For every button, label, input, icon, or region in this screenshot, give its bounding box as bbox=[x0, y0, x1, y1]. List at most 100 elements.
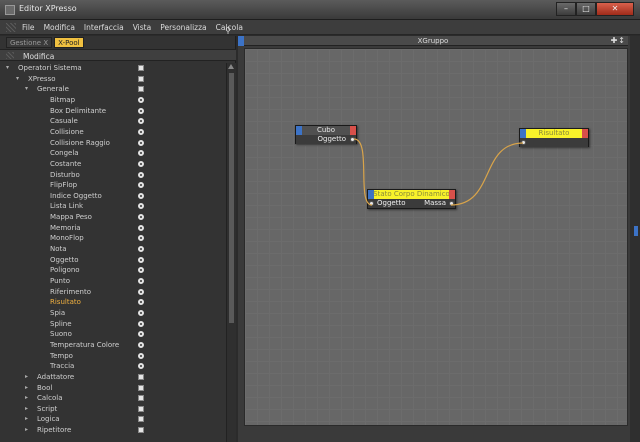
tree-item[interactable]: ▸ Adattatore bbox=[0, 372, 226, 383]
gear-icon bbox=[138, 214, 144, 221]
tree-item[interactable]: ▾ Operatori Sistema bbox=[0, 63, 226, 74]
node-risultato[interactable]: Risultato bbox=[519, 128, 589, 147]
folder-square-icon bbox=[138, 75, 144, 82]
port-oggetto-in[interactable] bbox=[369, 201, 374, 206]
tree-item[interactable]: Lista Link bbox=[0, 201, 226, 212]
tree-item[interactable]: Costante bbox=[0, 159, 226, 170]
port-massa-out[interactable] bbox=[449, 201, 454, 206]
tree-item-label: Ripetitore bbox=[37, 426, 72, 435]
tree-item[interactable]: Risultato bbox=[0, 297, 226, 308]
expand-arrow-down-icon[interactable]: ▾ bbox=[25, 84, 28, 94]
node-stato-corpo-dinamico[interactable]: Stato Corpo Dinamico Oggetto Massa bbox=[367, 189, 456, 209]
tree-item[interactable]: Suono bbox=[0, 329, 226, 340]
tree-item[interactable]: ▸ Bool bbox=[0, 383, 226, 394]
expand-arrow-down-icon[interactable]: ▾ bbox=[6, 63, 9, 73]
port-oggetto-out[interactable] bbox=[350, 137, 355, 142]
gear-icon bbox=[138, 182, 144, 189]
tree-item[interactable]: ▸ Logica bbox=[0, 414, 226, 425]
tree-item[interactable]: Disturbo bbox=[0, 170, 226, 181]
search-icon[interactable]: ⚲ bbox=[225, 26, 231, 35]
menu-item-vista[interactable]: Vista bbox=[133, 23, 152, 32]
window-title: Editor XPresso bbox=[19, 4, 77, 13]
tree-item[interactable]: Spline bbox=[0, 319, 226, 330]
tree-item[interactable]: Mappa Peso bbox=[0, 212, 226, 223]
tree-item-label: Disturbo bbox=[50, 170, 80, 179]
tree-item[interactable]: Poligono bbox=[0, 265, 226, 276]
node-output-cap[interactable] bbox=[350, 126, 356, 135]
menu-item-interfaccia[interactable]: Interfaccia bbox=[84, 23, 124, 32]
tree-item[interactable]: Collisione Raggio bbox=[0, 138, 226, 149]
scroll-thumb[interactable] bbox=[229, 73, 234, 323]
tree-item-label: Punto bbox=[50, 277, 70, 285]
tab-gestione-x[interactable]: Gestione X bbox=[6, 37, 53, 48]
tree-item[interactable]: Collisione bbox=[0, 127, 226, 138]
tree-item-label: Oggetto bbox=[50, 255, 79, 264]
gear-icon bbox=[138, 139, 144, 146]
tree-item[interactable]: Congela bbox=[0, 148, 226, 159]
tree-item[interactable]: Traccia bbox=[0, 361, 226, 372]
tree-item[interactable]: MonoFlop bbox=[0, 233, 226, 244]
tree-item-label: Operatori Sistema bbox=[18, 64, 82, 72]
expand-arrow-right-icon[interactable]: ▸ bbox=[25, 372, 28, 382]
gear-icon bbox=[138, 352, 144, 359]
tree-item-label: Costante bbox=[50, 159, 82, 168]
tree-item[interactable]: Oggetto bbox=[0, 255, 226, 266]
tree-item[interactable]: Punto bbox=[0, 276, 226, 287]
menu-item-personalizza[interactable]: Personalizza bbox=[160, 23, 206, 32]
node-cubo[interactable]: Cubo Oggetto bbox=[295, 125, 357, 144]
tab-x-pool[interactable]: X-Pool bbox=[54, 37, 84, 48]
node-cubo-header: Cubo bbox=[296, 126, 356, 135]
tree-item-label: Collisione bbox=[50, 127, 84, 136]
port-input-in[interactable] bbox=[521, 140, 526, 145]
right-edge-strip bbox=[630, 36, 640, 442]
xgroup-title: XGruppo bbox=[417, 37, 449, 45]
gear-icon bbox=[138, 278, 144, 284]
scroll-up-icon[interactable] bbox=[228, 64, 234, 69]
expand-arrow-right-icon[interactable]: ▸ bbox=[25, 404, 28, 414]
tree-item-label: MonoFlop bbox=[50, 234, 84, 243]
node-output-cap[interactable] bbox=[582, 129, 588, 138]
tree-item[interactable]: Nota bbox=[0, 244, 226, 255]
menu-item-file[interactable]: File bbox=[22, 23, 35, 32]
maximize-button[interactable]: □ bbox=[576, 2, 596, 16]
tree-item[interactable]: ▾ Generale bbox=[0, 84, 226, 95]
tree-item[interactable]: ▸ Ripetitore bbox=[0, 425, 226, 436]
folder-square-icon bbox=[138, 395, 144, 402]
tree-item[interactable]: Riferimento bbox=[0, 287, 226, 298]
tree-item[interactable]: Tempo bbox=[0, 351, 226, 362]
tree-item[interactable]: ▸ Script bbox=[0, 404, 226, 415]
close-button[interactable]: ✕ bbox=[596, 2, 634, 16]
gear-icon bbox=[138, 203, 144, 210]
node-output-cap[interactable] bbox=[449, 190, 455, 199]
tree-item[interactable]: Temperatura Colore bbox=[0, 340, 226, 351]
expand-arrow-right-icon[interactable]: ▸ bbox=[25, 425, 28, 435]
expand-arrow-down-icon[interactable]: ▾ bbox=[16, 74, 19, 84]
tree-item[interactable]: Indice Oggetto bbox=[0, 191, 226, 202]
tree-item[interactable]: Spia bbox=[0, 308, 226, 319]
panel-menu-modifica[interactable]: Modifica bbox=[23, 52, 54, 61]
menu-item-modifica[interactable]: Modifica bbox=[44, 23, 75, 32]
app-icon bbox=[5, 5, 15, 15]
minimize-button[interactable]: – bbox=[556, 2, 576, 16]
tree-item[interactable]: Box Delimitante bbox=[0, 106, 226, 117]
tree-item-label: Generale bbox=[37, 85, 69, 94]
move-zoom-icon[interactable]: ✚↕ bbox=[611, 36, 626, 45]
tree-item[interactable]: ▾ XPresso bbox=[0, 74, 226, 85]
tree-item[interactable]: Casuale bbox=[0, 116, 226, 127]
xgroup-header: XGruppo ✚↕ bbox=[238, 36, 628, 46]
tree-item-label: Memoria bbox=[50, 223, 81, 232]
gear-icon bbox=[138, 150, 144, 157]
tree-item-label: Spia bbox=[50, 308, 66, 317]
gear-icon bbox=[138, 256, 144, 263]
gear-icon bbox=[138, 331, 144, 338]
expand-arrow-right-icon[interactable]: ▸ bbox=[25, 414, 28, 424]
tree-item[interactable]: Bitmap bbox=[0, 95, 226, 106]
tree-item[interactable]: Memoria bbox=[0, 223, 226, 234]
tree-item[interactable]: ▸ Calcola bbox=[0, 393, 226, 404]
tree-item[interactable]: FlipFlop bbox=[0, 180, 226, 191]
expand-arrow-right-icon[interactable]: ▸ bbox=[25, 393, 28, 403]
tree-item-label: Indice Oggetto bbox=[50, 191, 102, 200]
node-canvas[interactable] bbox=[244, 48, 628, 426]
tree-scrollbar[interactable] bbox=[226, 63, 236, 442]
expand-arrow-right-icon[interactable]: ▸ bbox=[25, 383, 28, 393]
